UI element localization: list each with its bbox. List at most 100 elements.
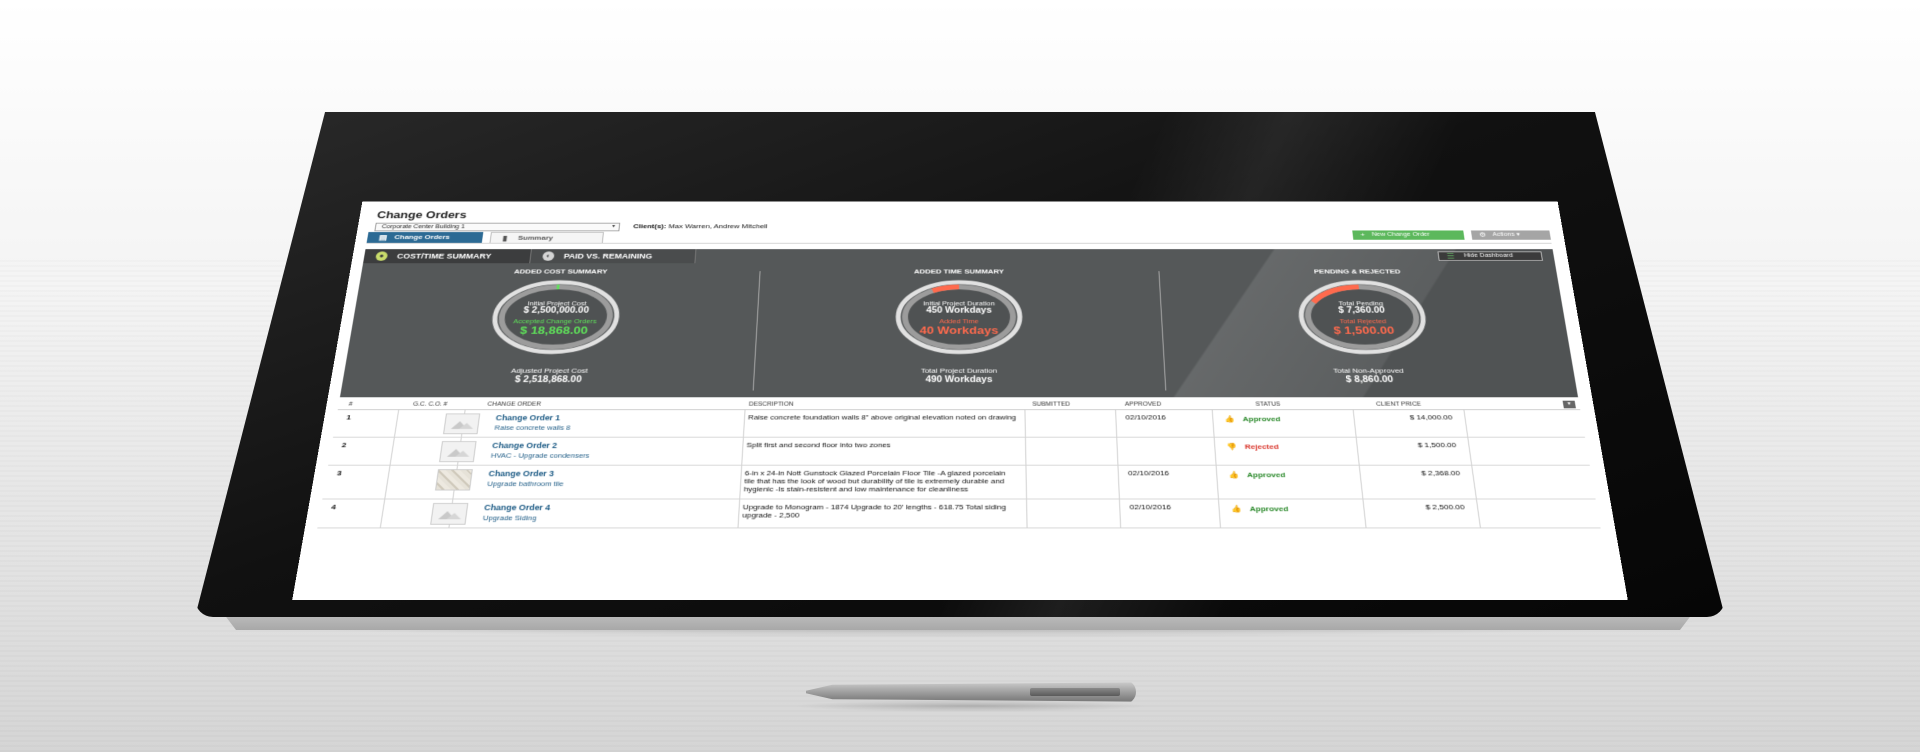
table-row[interactable]: 2 Change Order 2 HVAC - Upgrade condensers… bbox=[328, 437, 1590, 466]
panel-footer-label: Adjusted Project Cost bbox=[510, 366, 589, 375]
column-separator bbox=[1117, 465, 1120, 499]
panel-title: ADDED TIME SUMMARY bbox=[913, 267, 1005, 276]
status-label: Approved bbox=[1246, 470, 1286, 479]
document-icon: ▤ bbox=[378, 233, 388, 242]
image-placeholder-icon bbox=[455, 450, 471, 457]
column-separator bbox=[1213, 437, 1217, 465]
time-gauge: Initial Project Duration 450 Workdays Ad… bbox=[889, 277, 1028, 357]
gauge-value-2: $ 1,500.00 bbox=[1332, 324, 1395, 337]
status-label: Approved bbox=[1249, 504, 1289, 513]
panel-title: PENDING & REJECTED bbox=[1313, 267, 1401, 276]
thumbnail-image[interactable] bbox=[443, 413, 481, 435]
row-number: 2 bbox=[341, 441, 348, 449]
thumbs-up-icon: 👍 bbox=[1230, 504, 1242, 513]
panel-pending-rejected: PENDING & REJECTED Total Pending $ 7,360… bbox=[1158, 266, 1578, 395]
status-badge: 👍 Approved bbox=[1228, 471, 1285, 479]
table-header: # G.C. C.O. # CHANGE ORDER DESCRIPTION S… bbox=[337, 398, 1581, 411]
dash-tab-cost-time[interactable]: ● COST/TIME SUMMARY bbox=[363, 249, 531, 264]
column-separator bbox=[384, 465, 391, 499]
dash-tab-paid-remaining[interactable]: ◐ PAID VS. REMAINING bbox=[529, 249, 697, 264]
actions-button[interactable]: ⚙ Actions ▾ bbox=[1470, 230, 1551, 240]
screen-viewport: Change Orders Corporate Center Building … bbox=[245, 130, 1675, 600]
change-order-cell[interactable]: Change Order 4 Upgrade Siding bbox=[482, 503, 722, 522]
column-separator bbox=[1215, 465, 1219, 499]
thumbnail-image[interactable] bbox=[439, 441, 477, 463]
panel-footer-label: Total Non-Approved bbox=[1332, 366, 1405, 375]
button-label: New Change Order bbox=[1371, 232, 1431, 238]
approved-date: 02/10/2016 bbox=[1125, 413, 1167, 422]
change-order-link[interactable]: Change Order 1 bbox=[495, 413, 728, 422]
description-cell: Upgrade to Monogram - 1874 Upgrade to 20… bbox=[742, 503, 1007, 520]
column-header-description[interactable]: DESCRIPTION bbox=[749, 399, 794, 410]
column-separator bbox=[1217, 499, 1221, 528]
chevron-down-icon: ▾ bbox=[1516, 232, 1521, 238]
change-order-link[interactable]: Change Order 3 bbox=[488, 469, 725, 478]
dash-tab-label: COST/TIME SUMMARY bbox=[396, 252, 492, 261]
client-names: Max Warren, Andrew Mitchell bbox=[668, 222, 768, 230]
table-row[interactable]: 1 Change Order 1 Raise concrete walls 8 Rai… bbox=[332, 410, 1586, 438]
change-order-cell[interactable]: Change Order 2 HVAC - Upgrade condensers bbox=[490, 441, 726, 459]
dashboard-tab-bar: ● COST/TIME SUMMARY ◐ PAID VS. REMAINING… bbox=[363, 249, 1555, 264]
description-cell: Raise concrete foundation walls 8'' abov… bbox=[747, 413, 1017, 422]
image-placeholder-icon bbox=[458, 422, 474, 429]
column-header-status[interactable]: STATUS bbox=[1255, 399, 1281, 410]
client-price: $ 14,000.00 bbox=[1409, 413, 1453, 422]
thumbnail-image[interactable] bbox=[435, 469, 473, 491]
column-menu-button[interactable]: ▾ bbox=[1562, 400, 1576, 409]
gauge-value-2: 40 Workdays bbox=[919, 324, 999, 337]
table-row[interactable]: 3 Change Order 3 Upgrade bathroom tile 6-in… bbox=[322, 465, 1596, 500]
new-change-order-button[interactable]: + New Change Order bbox=[1352, 230, 1465, 240]
project-select-value: Corporate Center Building 1 bbox=[381, 224, 466, 230]
status-badge: 👍 Approved bbox=[1231, 505, 1289, 513]
column-separator bbox=[389, 437, 395, 465]
thumbs-up-icon: 👍 bbox=[1224, 415, 1235, 423]
stylus-clip bbox=[1030, 688, 1120, 696]
column-separator bbox=[1362, 499, 1367, 528]
change-order-cell[interactable]: Change Order 1 Raise concrete walls 8 bbox=[494, 413, 728, 431]
column-separator bbox=[1352, 410, 1357, 437]
column-separator bbox=[1467, 437, 1473, 465]
column-separator bbox=[1025, 465, 1028, 499]
column-header-gc-co[interactable]: G.C. C.O. # bbox=[412, 399, 448, 410]
tab-summary[interactable]: ▮ Summary bbox=[489, 232, 604, 243]
column-header-number[interactable]: # bbox=[348, 399, 354, 410]
change-order-link[interactable]: Change Order 2 bbox=[492, 441, 727, 450]
tab-change-orders[interactable]: ▤ Change Orders bbox=[366, 232, 484, 243]
cost-gauge: Initial Project Cost $ 2,500,000.00 Acce… bbox=[481, 277, 628, 357]
coin-icon: ◐ bbox=[542, 251, 555, 261]
column-header-approved[interactable]: APPROVED bbox=[1125, 399, 1162, 410]
panel-footer-value: $ 2,518,868.00 bbox=[514, 375, 583, 385]
table-body: 1 Change Order 1 Raise concrete walls 8 Rai… bbox=[317, 410, 1601, 529]
status-label: Rejected bbox=[1244, 442, 1280, 451]
column-separator bbox=[1211, 410, 1215, 437]
row-number: 4 bbox=[330, 503, 337, 512]
column-separator bbox=[393, 410, 400, 437]
plus-icon: + bbox=[1360, 231, 1366, 239]
change-order-link[interactable]: Change Order 4 bbox=[484, 503, 723, 512]
row-number: 1 bbox=[345, 413, 352, 422]
column-separator bbox=[1118, 499, 1122, 528]
button-label: Hide Dashboard bbox=[1463, 253, 1514, 259]
column-separator bbox=[741, 437, 744, 465]
hide-dashboard-button[interactable]: ☰ Hide Dashboard bbox=[1437, 251, 1543, 261]
dash-tab-label: PAID VS. REMAINING bbox=[563, 252, 653, 261]
change-order-subtitle: Upgrade Siding bbox=[482, 513, 538, 523]
column-separator bbox=[1471, 465, 1477, 499]
chevron-down-icon: ▾ bbox=[611, 224, 616, 229]
description-cell: Split first and second floor into two zo… bbox=[746, 441, 891, 449]
column-header-client-price[interactable]: CLIENT PRICE bbox=[1376, 399, 1422, 410]
panel-footer-label: Total Project Duration bbox=[920, 366, 998, 375]
column-header-change-order[interactable]: CHANGE ORDER bbox=[487, 399, 542, 410]
panel-footer-value: 490 Workdays bbox=[925, 375, 993, 385]
status-label: Approved bbox=[1242, 415, 1281, 423]
column-separator bbox=[1463, 410, 1469, 437]
column-header-submitted[interactable]: SUBMITTED bbox=[1032, 399, 1070, 410]
project-select[interactable]: Corporate Center Building 1 ▾ bbox=[374, 222, 621, 232]
column-separator bbox=[1475, 499, 1481, 528]
table-row[interactable]: 4 Change Order 4 Upgrade Siding Upgrade to … bbox=[317, 499, 1601, 529]
status-badge: 👍 Approved bbox=[1224, 415, 1280, 423]
client-price: $ 1,500.00 bbox=[1417, 441, 1457, 449]
thumbnail-image[interactable] bbox=[430, 503, 469, 525]
change-order-cell[interactable]: Change Order 3 Upgrade bathroom tile bbox=[487, 469, 725, 488]
description-cell: 6-in x 24-in Nott Gunstock Glazed Porcel… bbox=[743, 469, 1006, 494]
